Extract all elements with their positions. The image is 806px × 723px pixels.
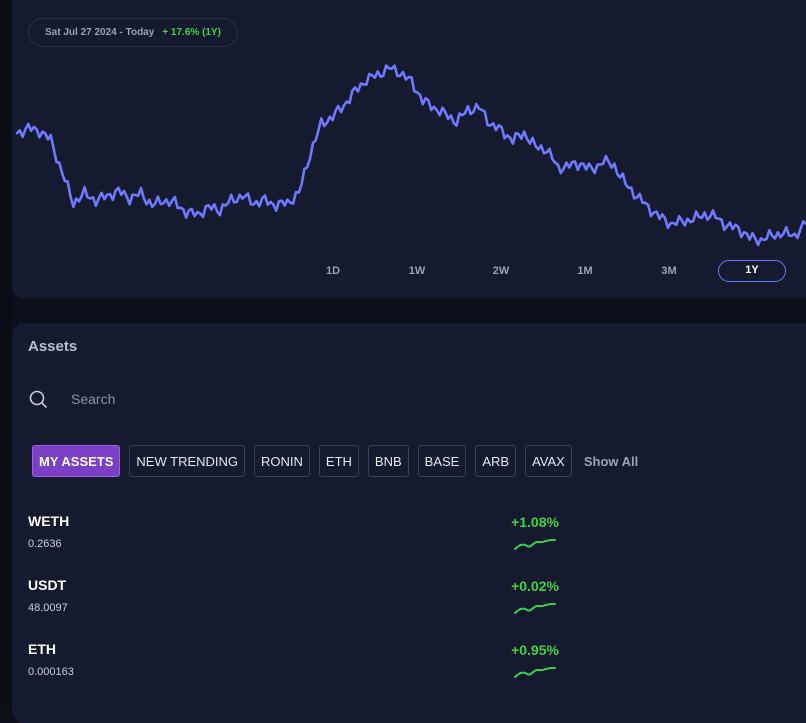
asset-name: WETH: [28, 513, 70, 529]
assets-title: Assets: [28, 338, 78, 355]
asset-change: +1.08%: [511, 514, 559, 530]
date-range-label: Sat Jul 27 2024 - Today: [45, 27, 155, 38]
filter-base[interactable]: BASE: [417, 445, 467, 477]
filter-avax[interactable]: AVAX: [525, 445, 572, 477]
asset-amount: 48.0097: [28, 602, 68, 614]
asset-filter-chips: MY ASSETS NEW TRENDING RONIN ETH BNB BAS…: [32, 445, 638, 477]
sparkline-icon: [514, 666, 556, 678]
period-change-label: + 17.6% (1Y): [162, 27, 221, 38]
search-input[interactable]: [69, 390, 673, 408]
timeframe-1m[interactable]: 1M: [551, 260, 619, 282]
filter-ronin[interactable]: RONIN: [254, 445, 310, 477]
asset-amount: 0.000163: [28, 666, 74, 678]
asset-row-eth[interactable]: ETH 0.000163 +0.95%: [28, 641, 788, 697]
filter-new-trending[interactable]: NEW TRENDING: [129, 445, 246, 477]
timeframe-3m[interactable]: 3M: [635, 260, 703, 282]
filter-bnb[interactable]: BNB: [367, 445, 409, 477]
timeframe-1d[interactable]: 1D: [299, 260, 367, 282]
show-all-link[interactable]: Show All: [584, 454, 638, 469]
asset-name: USDT: [28, 577, 67, 593]
sparkline-icon: [514, 538, 556, 550]
timeframe-1w[interactable]: 1W: [383, 260, 451, 282]
search-icon[interactable]: [28, 389, 48, 409]
asset-row-weth[interactable]: WETH 0.2636 +1.08%: [28, 513, 788, 569]
filter-eth[interactable]: ETH: [318, 445, 359, 477]
asset-change: +0.95%: [511, 642, 559, 658]
sparkline-icon: [514, 602, 556, 614]
asset-search: [28, 384, 788, 414]
asset-name: ETH: [28, 641, 56, 657]
asset-amount: 0.2636: [28, 538, 62, 550]
price-series-line: [15, 64, 806, 247]
filter-my-assets[interactable]: MY ASSETS: [32, 445, 121, 477]
timeframe-2w[interactable]: 2W: [467, 260, 535, 282]
timeframe-1y[interactable]: 1Y: [718, 260, 786, 282]
filter-arb[interactable]: ARB: [475, 445, 517, 477]
asset-row-usdt[interactable]: USDT 48.0097 +0.02%: [28, 577, 788, 633]
date-range-pill: Sat Jul 27 2024 - Today + 17.6% (1Y): [28, 18, 238, 47]
asset-change: +0.02%: [511, 578, 559, 594]
timeframe-selector: 1D 1W 2W 1M 3M 1Y: [0, 260, 806, 282]
